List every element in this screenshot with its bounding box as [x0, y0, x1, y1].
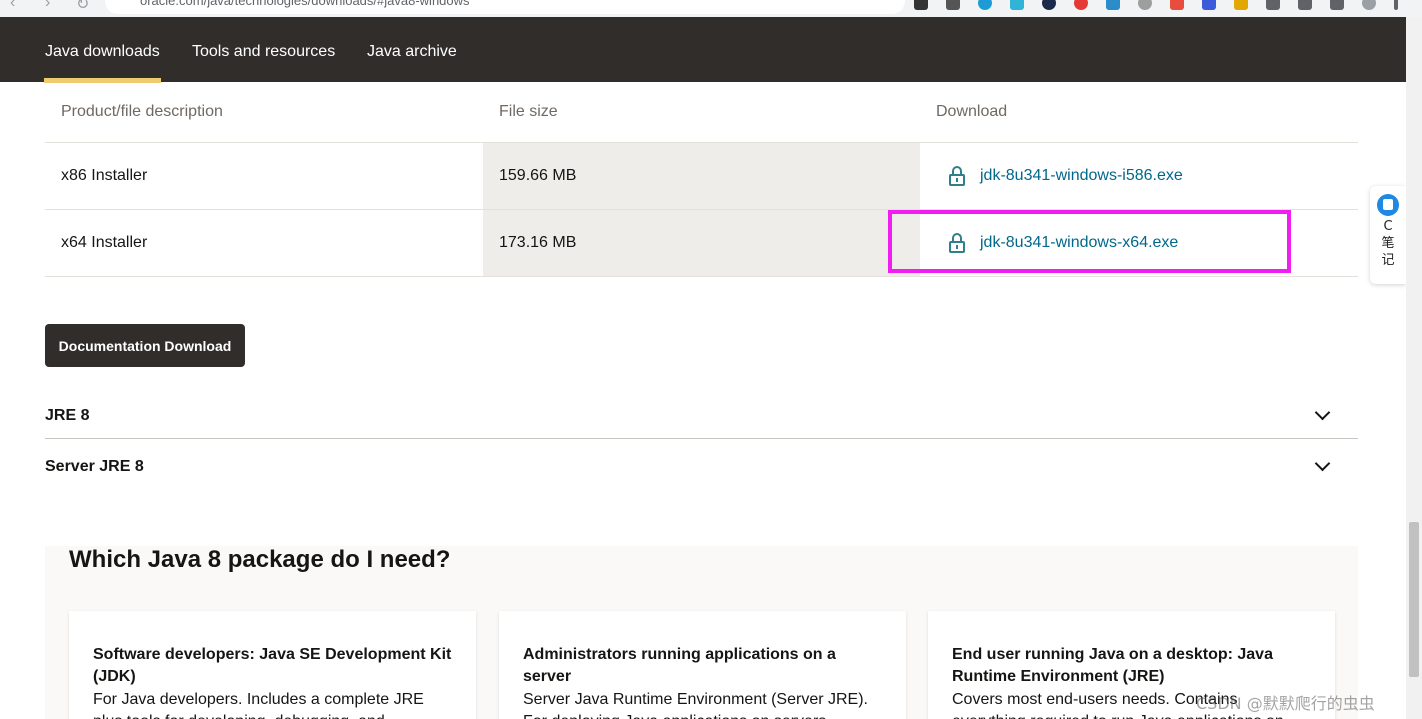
table-header-row: Product/file description File size Downl… — [45, 82, 1358, 143]
file-description: x64 Installer — [61, 234, 148, 251]
package-card-jdk[interactable]: Software developers: Java SE Development… — [69, 611, 476, 719]
extension-icon[interactable] — [1042, 0, 1056, 10]
download-cell: jdk-8u341-windows-x64.exe — [920, 210, 1358, 276]
column-header-download: Download — [936, 103, 1008, 120]
download-cell: jdk-8u341-windows-i586.exe — [920, 143, 1358, 209]
column-header-file-size: File size — [499, 103, 558, 120]
chevron-down-icon[interactable] — [1314, 455, 1331, 472]
java-downloads-nav: Java downloads Tools and resources Java … — [0, 17, 1406, 83]
card-title: Software developers: Java SE Development… — [93, 646, 452, 685]
notes-widget-label: C笔记 — [1381, 219, 1395, 268]
chevron-down-icon[interactable] — [1314, 404, 1331, 421]
card-title: Administrators running applications on a… — [523, 646, 836, 685]
back-icon[interactable]: ‹ — [10, 0, 15, 12]
table-row: x86 Installer 159.66 MB jdk-8u341-window… — [45, 143, 1358, 210]
extension-icon[interactable] — [1202, 0, 1216, 10]
download-link-i586[interactable]: jdk-8u341-windows-i586.exe — [936, 166, 1183, 186]
notes-side-widget[interactable]: C笔记 — [1370, 186, 1406, 284]
playlist-icon[interactable] — [1298, 0, 1312, 10]
extension-icon[interactable] — [1138, 0, 1152, 10]
reload-icon[interactable]: ↻ — [76, 0, 89, 14]
extension-icon[interactable] — [914, 0, 928, 10]
extension-icon[interactable] — [1074, 0, 1088, 10]
file-description: x86 Installer — [61, 167, 148, 184]
accordion-label: JRE 8 — [45, 407, 90, 424]
avatar[interactable] — [1362, 0, 1376, 10]
package-card-server-jre[interactable]: Administrators running applications on a… — [499, 611, 906, 719]
file-size: 173.16 MB — [483, 210, 920, 276]
tab-java-downloads[interactable]: Java downloads — [44, 43, 161, 83]
download-link-x64[interactable]: jdk-8u341-windows-x64.exe — [936, 233, 1178, 253]
download-filename: jdk-8u341-windows-x64.exe — [980, 234, 1179, 251]
file-size: 159.66 MB — [483, 143, 920, 209]
scrollbar-thumb[interactable] — [1409, 522, 1419, 677]
puzzle-icon[interactable] — [1266, 0, 1280, 10]
documentation-download-button[interactable]: Documentation Download — [45, 324, 245, 367]
extension-icon[interactable] — [1170, 0, 1184, 10]
table-row: x64 Installer 173.16 MB jdk-8u341-window… — [45, 210, 1358, 277]
notes-icon — [1377, 194, 1399, 216]
address-bar-url[interactable]: oracle.com/java/technologies/downloads/#… — [140, 0, 470, 8]
forward-icon[interactable]: › — [45, 0, 50, 12]
window-icon[interactable] — [1330, 0, 1344, 10]
downloads-table: Product/file description File size Downl… — [45, 82, 1358, 277]
lock-icon — [948, 166, 966, 186]
card-description: For Java developers. Includes a complete… — [93, 691, 424, 719]
extension-icon[interactable] — [1010, 0, 1024, 10]
menu-icon[interactable] — [1394, 0, 1398, 10]
watermark: CSDN @默默爬行的虫虫 — [1196, 694, 1375, 713]
card-title: End user running Java on a desktop: Java… — [952, 646, 1273, 685]
tab-tools-and-resources[interactable]: Tools and resources — [192, 43, 335, 61]
tab-java-archive[interactable]: Java archive — [367, 43, 457, 61]
extension-icon[interactable] — [1106, 0, 1120, 10]
extension-icon[interactable] — [946, 0, 960, 10]
download-filename: jdk-8u341-windows-i586.exe — [980, 167, 1183, 184]
browser-toolbar: ‹ › ↻ oracle.com/java/technologies/downl… — [0, 0, 1422, 17]
extension-icon[interactable] — [978, 0, 992, 10]
accordion-label: Server JRE 8 — [45, 458, 144, 475]
package-section: Which Java 8 package do I need? Software… — [45, 546, 1358, 719]
column-header-description: Product/file description — [61, 103, 223, 120]
extension-icon[interactable] — [1234, 0, 1248, 10]
card-description: Server Java Runtime Environment (Server … — [523, 691, 868, 719]
lock-icon — [948, 233, 966, 253]
accordion-server-jre-8[interactable]: Server JRE 8 — [45, 455, 1358, 509]
section-title: Which Java 8 package do I need? — [69, 546, 451, 573]
accordion-jre-8[interactable]: JRE 8 — [45, 404, 1358, 439]
